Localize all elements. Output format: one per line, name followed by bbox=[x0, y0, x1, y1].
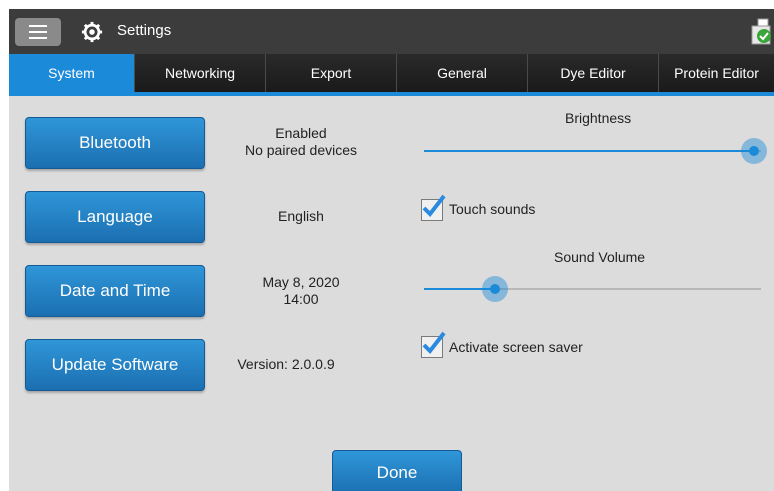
sound-volume-label: Sound Volume bbox=[554, 249, 646, 265]
update-software-button[interactable]: Update Software bbox=[25, 339, 205, 391]
datetime-value: May 8, 2020 14:00 bbox=[221, 274, 381, 308]
done-button[interactable]: Done bbox=[332, 450, 462, 491]
sound-volume-slider-thumb[interactable] bbox=[481, 276, 508, 302]
settings-screen: Settings System Networking Export Genera… bbox=[9, 9, 774, 491]
software-version: Version: 2.0.0.9 bbox=[237, 356, 335, 372]
page-title: Settings bbox=[117, 22, 172, 39]
brightness-slider[interactable] bbox=[424, 138, 768, 164]
tab-bar: System Networking Export General Dye Edi… bbox=[9, 54, 774, 94]
date-and-time-button[interactable]: Date and Time bbox=[25, 265, 205, 317]
tab-system[interactable]: System bbox=[9, 54, 135, 92]
brightness-label: Brightness bbox=[565, 110, 632, 126]
tab-networking[interactable]: Networking bbox=[135, 54, 266, 92]
brightness-slider-thumb[interactable] bbox=[741, 138, 768, 164]
screen-saver-label: Activate screen saver bbox=[449, 339, 583, 355]
checkmark-icon bbox=[422, 194, 446, 218]
time-value: 14:00 bbox=[283, 291, 319, 307]
date-value: May 8, 2020 bbox=[262, 274, 340, 290]
checkmark-icon bbox=[422, 331, 446, 355]
tab-dye-editor[interactable]: Dye Editor bbox=[528, 54, 659, 92]
screen-saver-checkbox[interactable] bbox=[421, 331, 446, 358]
hamburger-line bbox=[29, 25, 47, 27]
bluetooth-button[interactable]: Bluetooth bbox=[25, 117, 205, 169]
hamburger-line bbox=[29, 31, 47, 33]
tab-general[interactable]: General bbox=[397, 54, 528, 92]
hamburger-menu-button[interactable] bbox=[15, 18, 61, 46]
bluetooth-status: Enabled No paired devices bbox=[221, 125, 381, 159]
language-button[interactable]: Language bbox=[25, 191, 205, 243]
hamburger-line bbox=[29, 37, 47, 39]
instrument-status-icon[interactable] bbox=[749, 18, 773, 46]
bluetooth-status-line2: No paired devices bbox=[244, 142, 358, 158]
tab-underline bbox=[9, 92, 774, 96]
touch-sounds-checkbox[interactable] bbox=[421, 194, 446, 221]
sound-volume-slider[interactable] bbox=[424, 276, 761, 302]
tab-protein-editor[interactable]: Protein Editor bbox=[659, 54, 774, 92]
title-bar: Settings bbox=[9, 9, 774, 54]
gear-icon bbox=[81, 21, 103, 43]
bluetooth-status-line1: Enabled bbox=[275, 125, 327, 141]
touch-sounds-label: Touch sounds bbox=[449, 201, 536, 217]
language-value: English bbox=[278, 208, 324, 224]
brightness-slider-fill bbox=[424, 150, 755, 152]
tab-export[interactable]: Export bbox=[266, 54, 397, 92]
